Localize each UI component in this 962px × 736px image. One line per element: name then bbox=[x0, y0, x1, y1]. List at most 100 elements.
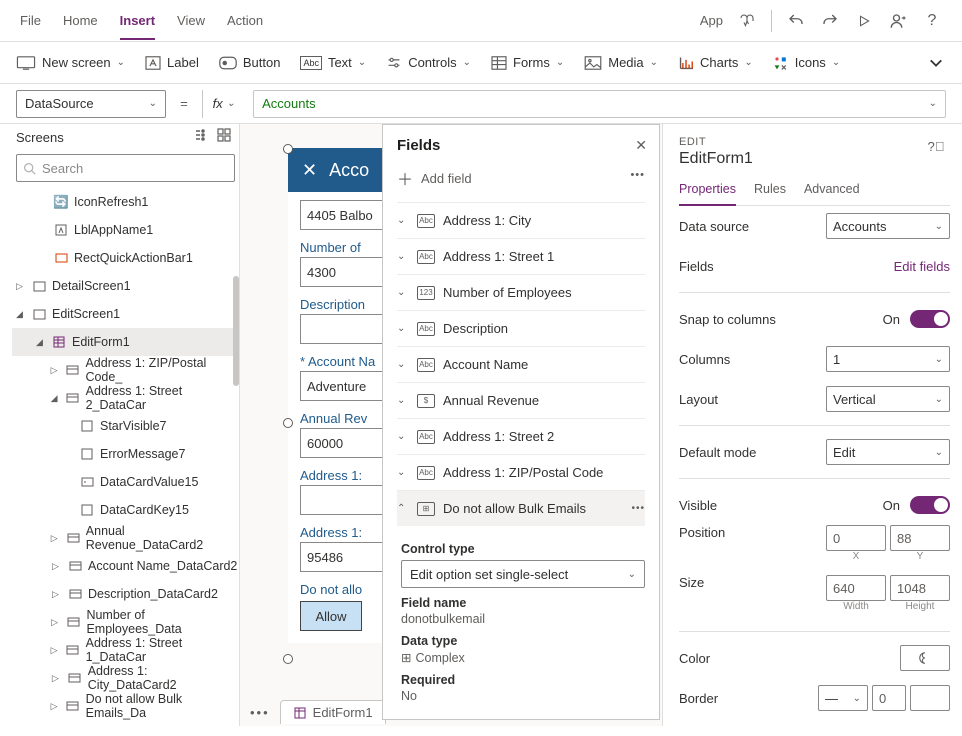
tab-properties[interactable]: Properties bbox=[679, 182, 736, 206]
visible-toggle[interactable] bbox=[910, 496, 950, 514]
more-icon[interactable]: ••• bbox=[631, 503, 645, 514]
control-type-select[interactable]: Edit option set single-select⌄ bbox=[401, 560, 645, 588]
tree-card[interactable]: ▷Address 1: Street 1_DataCar bbox=[12, 636, 239, 664]
tree-card[interactable]: ▷Address 1: ZIP/Postal Code_ bbox=[12, 356, 239, 384]
caret-right-icon: ▷ bbox=[51, 365, 61, 376]
health-icon[interactable] bbox=[737, 11, 757, 31]
help-icon[interactable]: ?⃝ bbox=[926, 136, 946, 156]
tree-item[interactable]: DataCardKey15 bbox=[12, 496, 239, 524]
tool-icons[interactable]: Icons⌄ bbox=[773, 55, 840, 71]
border-width-input[interactable]: 0 bbox=[872, 685, 906, 711]
tabs-more-icon[interactable]: ••• bbox=[250, 705, 270, 720]
close-icon[interactable]: ✕ bbox=[635, 137, 647, 154]
toolbar-overflow[interactable] bbox=[926, 53, 946, 73]
tree-card[interactable]: ▷Address 1: City_DataCard2 bbox=[12, 664, 239, 692]
tree-card-expanded[interactable]: ◢Address 1: Street 2_DataCar bbox=[12, 384, 239, 412]
tree-screen-edit[interactable]: ◢EditScreen1 bbox=[12, 300, 239, 328]
field-row[interactable]: ⌄123Number of Employees bbox=[397, 274, 645, 310]
menu-action[interactable]: Action bbox=[227, 13, 263, 28]
redo-icon[interactable] bbox=[820, 11, 840, 31]
field-row[interactable]: ⌄AbcAddress 1: City bbox=[397, 202, 645, 238]
tree-item[interactable]: 🔄IconRefresh1 bbox=[12, 188, 239, 216]
size-h-input[interactable]: 1048 bbox=[890, 575, 950, 601]
form-input[interactable]: 4405 Balbo bbox=[300, 200, 385, 230]
prop-layout: Layout Vertical⌄ bbox=[679, 379, 950, 419]
field-row[interactable]: ⌄$Annual Revenue bbox=[397, 382, 645, 418]
form-input[interactable]: 95486 bbox=[300, 542, 385, 572]
selection-handle[interactable] bbox=[283, 144, 293, 154]
tab-editform[interactable]: EditForm1 bbox=[280, 700, 386, 724]
tree-card[interactable]: ▷Do not allow Bulk Emails_Da bbox=[12, 692, 239, 720]
help-icon[interactable]: ? bbox=[922, 11, 942, 31]
tree-item[interactable]: LblAppName1 bbox=[12, 216, 239, 244]
field-row[interactable]: ⌄AbcAddress 1: Street 1 bbox=[397, 238, 645, 274]
tool-newscreen[interactable]: New screen⌄ bbox=[16, 55, 125, 70]
tree-card[interactable]: ▷Account Name_DataCard2 bbox=[12, 552, 239, 580]
form-optionset[interactable]: Allow bbox=[300, 601, 362, 631]
formula-input[interactable]: Accounts ⌄ bbox=[253, 90, 946, 118]
tool-media[interactable]: Media⌄ bbox=[584, 55, 658, 70]
mode-select[interactable]: Edit⌄ bbox=[826, 439, 950, 465]
layout-select[interactable]: Vertical⌄ bbox=[826, 386, 950, 412]
form-input[interactable]: 4300 bbox=[300, 257, 385, 287]
form-input[interactable]: Adventure bbox=[300, 371, 385, 401]
scrollbar-thumb[interactable] bbox=[233, 276, 239, 386]
edit-fields-link[interactable]: Edit fields bbox=[894, 259, 950, 274]
tree-item[interactable]: ErrorMessage7 bbox=[12, 440, 239, 468]
border-color-picker[interactable] bbox=[910, 685, 950, 711]
menu-app[interactable]: App bbox=[700, 13, 723, 28]
form-input[interactable]: 60000 bbox=[300, 428, 385, 458]
menu-view[interactable]: View bbox=[177, 13, 205, 28]
tool-charts[interactable]: Charts⌄ bbox=[678, 55, 753, 70]
tree-item[interactable]: DataCardValue15 bbox=[12, 468, 239, 496]
tree-screen-detail[interactable]: ▷DetailScreen1 bbox=[12, 272, 239, 300]
play-icon[interactable] bbox=[854, 11, 874, 31]
tree-card[interactable]: ▷Number of Employees_Data bbox=[12, 608, 239, 636]
field-row-expanded[interactable]: ⌃⊞Do not allow Bulk Emails••• bbox=[397, 490, 645, 526]
tab-rules[interactable]: Rules bbox=[754, 182, 786, 205]
menu-home[interactable]: Home bbox=[63, 13, 98, 28]
insert-toolbar: New screen⌄ Label Button Abc Text⌄ Contr… bbox=[0, 42, 962, 84]
thumbview-icon[interactable] bbox=[217, 128, 235, 146]
snap-toggle[interactable] bbox=[910, 310, 950, 328]
tool-controls[interactable]: Controls⌄ bbox=[386, 55, 471, 70]
menu-insert[interactable]: Insert bbox=[120, 13, 155, 40]
form-input[interactable] bbox=[300, 485, 385, 515]
tool-text[interactable]: Abc Text⌄ bbox=[300, 55, 366, 70]
menu-file[interactable]: File bbox=[20, 13, 41, 28]
treeview-icon[interactable] bbox=[195, 128, 213, 146]
selection-handle[interactable] bbox=[283, 654, 293, 664]
screens-search[interactable]: Search bbox=[16, 154, 235, 182]
field-row[interactable]: ⌄AbcDescription bbox=[397, 310, 645, 346]
size-w-input[interactable]: 640 bbox=[826, 575, 886, 601]
property-selector[interactable]: DataSource ⌄ bbox=[16, 90, 166, 118]
position-x-input[interactable]: 0 bbox=[826, 525, 886, 551]
tool-label[interactable]: Label bbox=[145, 55, 199, 70]
field-row[interactable]: ⌄AbcAddress 1: Street 2 bbox=[397, 418, 645, 454]
add-field-button[interactable]: ＋ Add field bbox=[397, 166, 645, 190]
tool-button[interactable]: Button bbox=[219, 55, 281, 70]
color-picker[interactable] bbox=[900, 645, 950, 671]
tree-card[interactable]: ▷Description_DataCard2 bbox=[12, 580, 239, 608]
position-y-input[interactable]: 88 bbox=[890, 525, 950, 551]
tool-forms[interactable]: Forms⌄ bbox=[491, 55, 564, 70]
tab-advanced[interactable]: Advanced bbox=[804, 182, 860, 205]
border-style-select[interactable]: —⌄ bbox=[818, 685, 868, 711]
share-icon[interactable] bbox=[888, 11, 908, 31]
prop-snap: Snap to columns On bbox=[679, 299, 950, 339]
undo-icon[interactable] bbox=[786, 11, 806, 31]
fieldname-value: donotbulkemail bbox=[401, 612, 645, 626]
field-row[interactable]: ⌄AbcAddress 1: ZIP/Postal Code bbox=[397, 454, 645, 490]
datasource-select[interactable]: Accounts⌄ bbox=[826, 213, 950, 239]
field-row[interactable]: ⌄AbcAccount Name bbox=[397, 346, 645, 382]
divider bbox=[679, 292, 950, 293]
close-icon[interactable]: ✕ bbox=[302, 160, 317, 181]
form-input[interactable] bbox=[300, 314, 385, 344]
columns-select[interactable]: 1⌄ bbox=[826, 346, 950, 372]
tree-card[interactable]: ▷Annual Revenue_DataCard2 bbox=[12, 524, 239, 552]
tree-item[interactable]: StarVisible7 bbox=[12, 412, 239, 440]
tree-editform[interactable]: ◢EditForm1 bbox=[12, 328, 239, 356]
selection-handle[interactable] bbox=[283, 418, 293, 428]
tree-item[interactable]: RectQuickActionBar1 bbox=[12, 244, 239, 272]
more-icon[interactable]: ••• bbox=[630, 169, 645, 181]
